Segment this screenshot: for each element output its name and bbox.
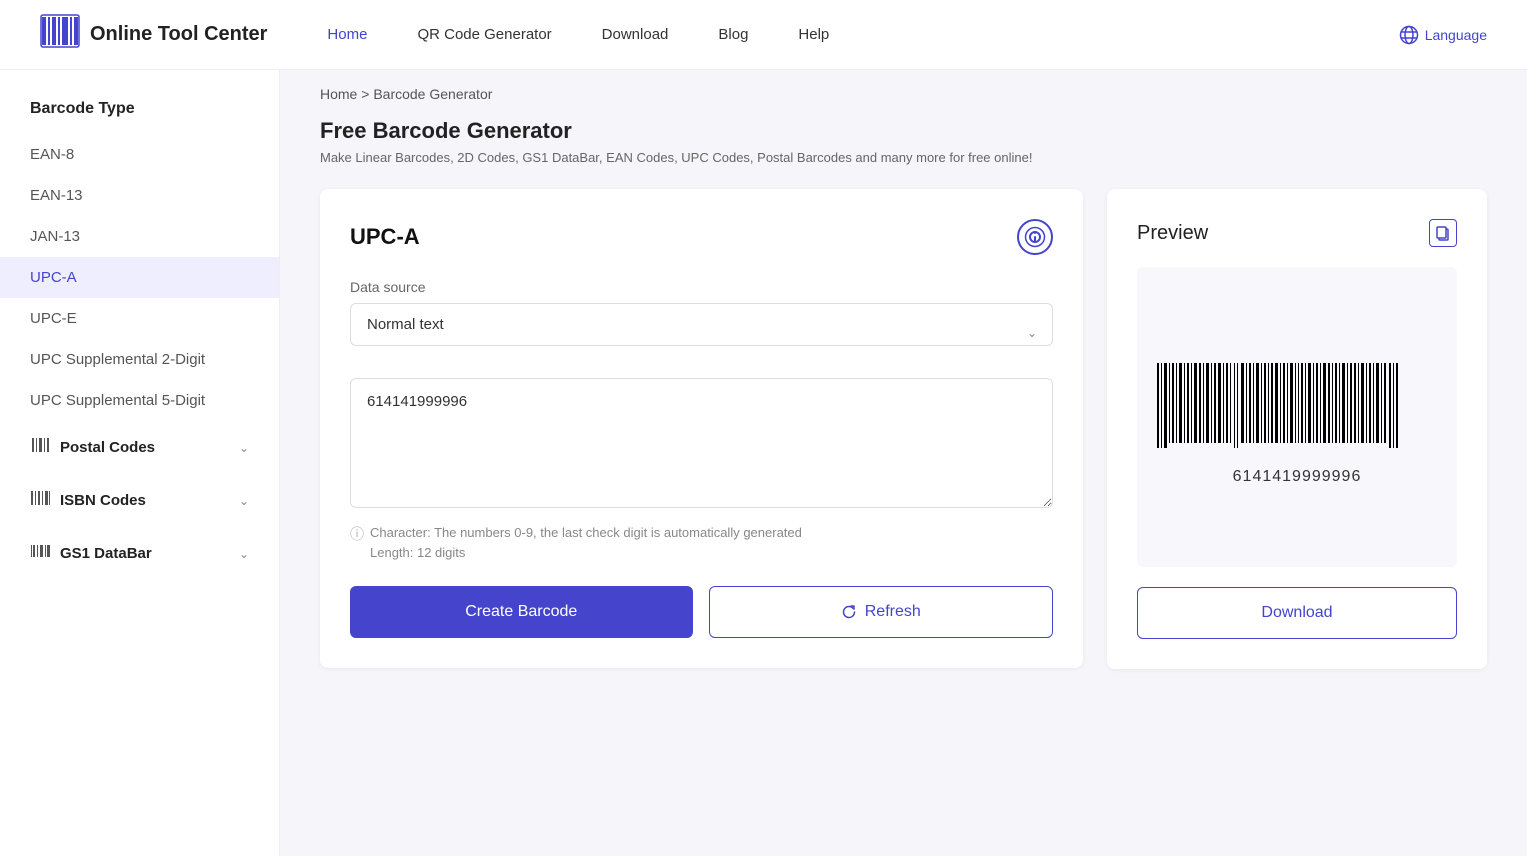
preview-title: Preview (1137, 222, 1208, 245)
hint-content: Character: The numbers 0-9, the last che… (370, 523, 802, 562)
sidebar: Barcode Type EAN-8 EAN-13 JAN-13 UPC-A U… (0, 70, 280, 856)
chevron-down-icon-2: ⌄ (239, 494, 249, 508)
sidebar-item-upca[interactable]: UPC-A (0, 257, 279, 298)
copy-icon[interactable] (1429, 219, 1457, 247)
sidebar-item-jan13[interactable]: JAN-13 (0, 216, 279, 257)
sidebar-group-postal-label: Postal Codes (60, 439, 229, 456)
data-source-select[interactable]: Normal text Hex data (350, 303, 1053, 346)
refresh-icon (841, 604, 857, 620)
hint-line2: Length: 12 digits (370, 545, 465, 560)
breadcrumb-arrow: > (361, 86, 369, 102)
barcode-number: 6141419999996 (1233, 468, 1362, 486)
nav-download[interactable]: Download (602, 26, 669, 43)
preview-card: Preview (1107, 189, 1487, 669)
header: Online Tool Center Home QR Code Generato… (0, 0, 1527, 70)
hint-text: ⓘ Character: The numbers 0-9, the last c… (350, 523, 1053, 562)
chevron-down-icon: ⌄ (239, 441, 249, 455)
logo[interactable]: Online Tool Center (40, 11, 267, 58)
two-column-layout: UPC-A Data source Normal text (320, 189, 1487, 669)
sidebar-group-isbn-label: ISBN Codes (60, 492, 229, 509)
breadcrumb-current: Barcode Generator (373, 86, 492, 102)
generator-card: UPC-A Data source Normal text (320, 189, 1083, 668)
barcode-image (1157, 358, 1437, 458)
action-buttons: Create Barcode Refresh (350, 586, 1053, 638)
page-body: Barcode Type EAN-8 EAN-13 JAN-13 UPC-A U… (0, 70, 1527, 856)
barcode-preview-area: 6141419999996 (1137, 267, 1457, 567)
nav-home[interactable]: Home (327, 26, 367, 43)
sidebar-item-upce[interactable]: UPC-E (0, 298, 279, 339)
refresh-label: Refresh (865, 603, 921, 621)
create-barcode-button[interactable]: Create Barcode (350, 586, 693, 638)
hint-line1: Character: The numbers 0-9, the last che… (370, 525, 802, 540)
refresh-button[interactable]: Refresh (709, 586, 1054, 638)
breadcrumb: Home > Barcode Generator (280, 70, 1527, 118)
content-area: Free Barcode Generator Make Linear Barco… (280, 118, 1527, 709)
sidebar-title: Barcode Type (0, 100, 279, 134)
language-selector[interactable]: Language (1399, 25, 1487, 45)
preview-header: Preview (1137, 219, 1457, 247)
hint-icon: ⓘ (350, 524, 364, 545)
main-content: Home > Barcode Generator Free Barcode Ge… (280, 70, 1527, 856)
sidebar-item-ean8[interactable]: EAN-8 (0, 134, 279, 175)
chevron-down-icon-3: ⌄ (239, 547, 249, 561)
download-button[interactable]: Download (1137, 587, 1457, 639)
info-icon[interactable] (1017, 219, 1053, 255)
card-header: UPC-A (350, 219, 1053, 255)
language-label: Language (1425, 27, 1487, 43)
gs1-databar-icon (30, 541, 50, 566)
sidebar-item-upc-supp5[interactable]: UPC Supplemental 5-Digit (0, 380, 279, 421)
main-nav: Home QR Code Generator Download Blog Hel… (327, 26, 1398, 43)
page-title: Free Barcode Generator (320, 118, 1487, 144)
sidebar-group-isbn[interactable]: ISBN Codes ⌄ (0, 474, 279, 527)
data-source-wrapper: Normal text Hex data ⌄ (350, 303, 1053, 362)
logo-text: Online Tool Center (90, 23, 267, 46)
sidebar-item-ean13[interactable]: EAN-13 (0, 175, 279, 216)
page-subtitle: Make Linear Barcodes, 2D Codes, GS1 Data… (320, 150, 1487, 165)
nav-qr[interactable]: QR Code Generator (417, 26, 551, 43)
sidebar-group-gs1[interactable]: GS1 DataBar ⌄ (0, 527, 279, 580)
postal-codes-icon (30, 435, 50, 460)
nav-help[interactable]: Help (798, 26, 829, 43)
sidebar-group-postal[interactable]: Postal Codes ⌄ (0, 421, 279, 474)
data-source-label: Data source (350, 279, 1053, 295)
sidebar-item-upc-supp2[interactable]: UPC Supplemental 2-Digit (0, 339, 279, 380)
logo-icon (40, 11, 80, 58)
barcode-type-title: UPC-A (350, 224, 420, 250)
nav-blog[interactable]: Blog (718, 26, 748, 43)
breadcrumb-home[interactable]: Home (320, 86, 357, 102)
isbn-codes-icon (30, 488, 50, 513)
sidebar-group-gs1-label: GS1 DataBar (60, 545, 229, 562)
barcode-input[interactable]: 614141999996 (350, 378, 1053, 508)
globe-icon (1399, 25, 1419, 45)
